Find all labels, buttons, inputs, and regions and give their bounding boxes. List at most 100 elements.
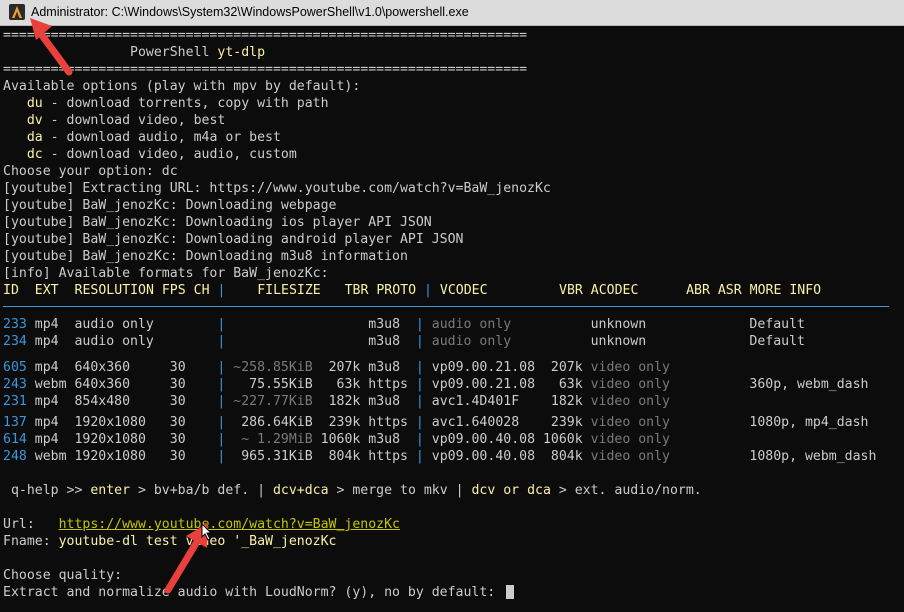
loudnorm-prompt[interactable]: Extract and normalize audio with LoudNor… <box>3 584 503 601</box>
table-cell: unknown <box>590 334 750 349</box>
table-cell: mp4 <box>34 415 75 430</box>
partially-rendered-row <box>3 351 883 355</box>
table-cell <box>225 317 312 332</box>
table-cell: ~ 1.29MiB <box>225 432 313 447</box>
table-cell: avc1.4D401F <box>431 394 536 409</box>
table-cell: 965.31KiB <box>225 449 313 464</box>
table-cell: mp4 <box>34 334 75 349</box>
table-cell: 207k <box>535 360 591 375</box>
table-cell: webm <box>34 377 75 392</box>
table-cell: avc1.640028 <box>431 415 536 430</box>
table-cell: 239k <box>535 415 591 430</box>
banner-rule-top: ========================================… <box>3 28 528 43</box>
table-cell <box>225 334 312 349</box>
table-cell: video only <box>590 415 750 430</box>
table-cell: Default <box>749 334 805 349</box>
table-cell: vp09.00.21.08 <box>431 377 536 392</box>
table-cell: https <box>368 377 408 392</box>
table-cell: video only <box>590 432 750 447</box>
menu-option-dv: dv - download video, best <box>26 113 226 128</box>
format-table-header: ID EXT RESOLUTION FPS CH | FILESIZE TBR … <box>3 283 822 298</box>
table-cell: 1920x1080 <box>74 449 162 464</box>
table-cell <box>313 334 369 349</box>
option-prompt: Choose your option: dc <box>3 164 178 179</box>
table-cell: 30 <box>161 432 218 447</box>
table-cell <box>535 334 591 349</box>
mouse-pointer-icon <box>201 523 213 541</box>
table-cell: mp4 <box>34 317 75 332</box>
table-cell: 207k <box>312 360 369 375</box>
table-cell: 63k <box>312 377 369 392</box>
menu-option-da: da - download audio, m4a or best <box>26 130 281 145</box>
table-cell: | <box>407 317 432 332</box>
help-line: q-help >> enter > bv+ba/b def. | dcv+dca… <box>3 483 702 498</box>
table-cell <box>162 317 218 332</box>
text-cursor <box>506 585 514 599</box>
table-cell: 75.55KiB <box>225 377 313 392</box>
table-cell: m3u8 <box>368 334 408 349</box>
powershell-icon <box>9 4 25 20</box>
table-cell: 1060k <box>312 432 369 447</box>
format-table-row: 231 mp4 854x480 30 | ~227.77KiB 182k m3u… <box>3 393 749 410</box>
table-cell: https <box>368 415 408 430</box>
table-cell: 30 <box>161 377 218 392</box>
table-cell: audio only <box>74 334 162 349</box>
table-cell: video only <box>590 360 750 375</box>
table-cell: | <box>407 360 432 375</box>
table-cell: 640x360 <box>74 377 162 392</box>
table-cell: 854x480 <box>74 394 162 409</box>
table-cell: 231 <box>3 394 35 409</box>
format-table-separator <box>3 306 889 307</box>
table-cell: unknown <box>590 317 750 332</box>
log-line: [youtube] BaW_jenozKc: Downloading andro… <box>3 232 464 247</box>
menu-option-du: du - download torrents, copy with path <box>26 96 329 111</box>
window-titlebar: Administrator: C:\Windows\System32\Windo… <box>0 0 904 26</box>
menu-header: Available options (play with mpv by defa… <box>3 79 361 94</box>
table-cell: 182k <box>535 394 591 409</box>
table-cell: vp09.00.40.08 <box>431 432 536 447</box>
table-cell: ~227.77KiB <box>225 394 313 409</box>
terminal-console[interactable]: ========================================… <box>0 27 904 612</box>
table-cell: 30 <box>161 394 218 409</box>
table-cell: 360p, webm_dash <box>749 377 869 392</box>
format-table-row: 614 mp4 1920x1080 30 | ~ 1.29MiB 1060k m… <box>3 431 749 448</box>
table-cell: m3u8 <box>368 394 408 409</box>
table-cell: 605 <box>3 360 35 375</box>
table-cell <box>535 317 591 332</box>
table-cell: video only <box>590 394 750 409</box>
table-cell: Default <box>749 317 805 332</box>
table-cell: m3u8 <box>368 317 408 332</box>
table-cell: | <box>407 334 432 349</box>
table-cell: 233 <box>3 317 35 332</box>
table-cell: mp4 <box>34 394 75 409</box>
table-cell: 248 <box>3 449 35 464</box>
table-cell <box>313 317 369 332</box>
table-cell: | <box>407 377 432 392</box>
table-cell: 640x360 <box>74 360 162 375</box>
table-cell: 1080p, webm_dash <box>749 449 877 464</box>
table-cell: 1080p, mp4_dash <box>749 415 869 430</box>
table-cell: mp4 <box>34 360 75 375</box>
url-link[interactable]: https://www.youtube.com/watch?v=BaW_jeno… <box>59 517 400 532</box>
table-cell: mp4 <box>34 432 75 447</box>
table-cell: audio only <box>431 334 536 349</box>
table-cell: video only <box>590 449 750 464</box>
format-table-row: 243 webm 640x360 30 | 75.55KiB 63k https… <box>3 376 868 393</box>
table-cell: 614 <box>3 432 35 447</box>
format-table-row: 248 webm 1920x1080 30 | 965.31KiB 804k h… <box>3 448 876 465</box>
table-cell: | <box>407 415 432 430</box>
table-cell: 286.64KiB <box>225 415 313 430</box>
table-cell <box>162 334 218 349</box>
table-cell: 30 <box>161 415 218 430</box>
log-line: [youtube] BaW_jenozKc: Downloading webpa… <box>3 198 337 213</box>
format-table-row: 233 mp4 audio only | m3u8 | audio only u… <box>3 316 805 333</box>
table-cell: 234 <box>3 334 35 349</box>
menu-option-dc: dc - download video, audio, custom <box>26 147 297 162</box>
table-cell: webm <box>34 449 75 464</box>
table-cell: video only <box>590 377 750 392</box>
table-cell: 1920x1080 <box>74 415 162 430</box>
banner-rule-bottom: ========================================… <box>3 62 528 77</box>
table-cell: m3u8 <box>368 360 408 375</box>
table-cell: | <box>407 432 432 447</box>
table-cell: | <box>407 449 432 464</box>
